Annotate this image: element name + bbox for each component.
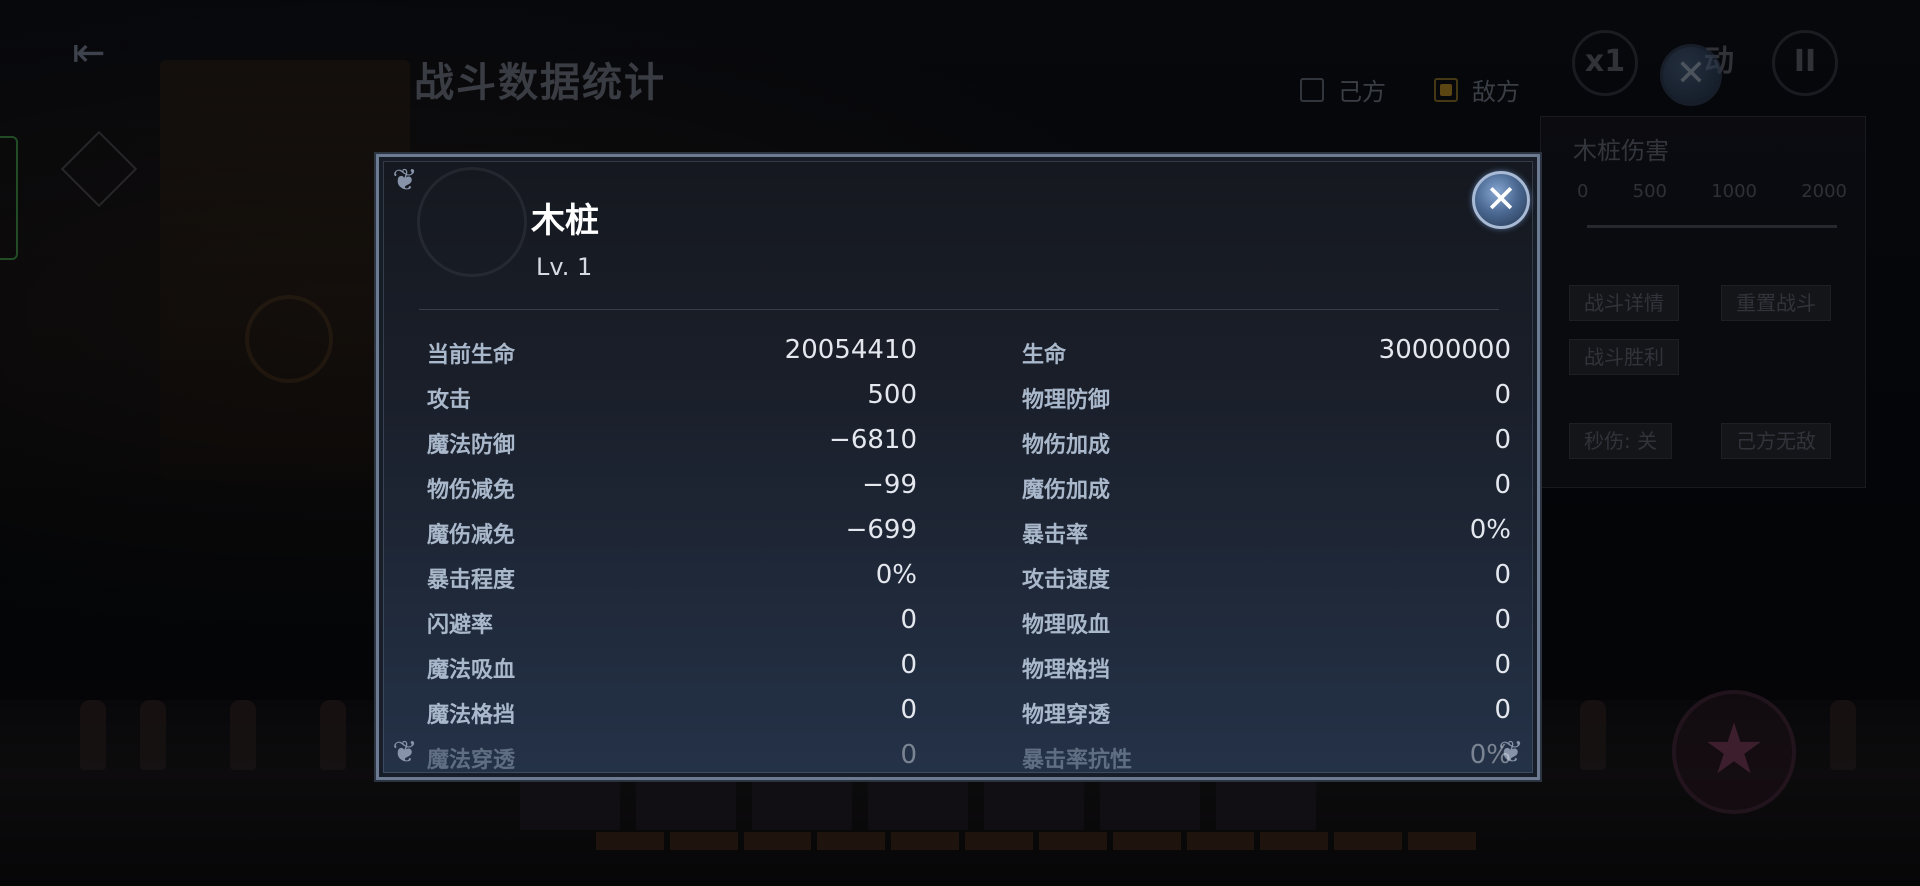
stat-value: 0% [1469,515,1511,545]
stat-label: 物理吸血 [1022,613,1111,638]
stat-value: 20054410 [784,335,917,365]
corner-ornament-icon: ❦ [392,735,418,770]
stat-label: 魔法防御 [427,433,516,458]
stat-value: 30000000 [1378,335,1511,365]
stat-label: 物理格挡 [1022,658,1111,683]
stat-value: 0 [1494,470,1511,500]
stat-value: −6810 [829,425,917,455]
stat-row: 物伤减免 −99 魔伤加成 0 [427,466,1511,511]
stat-label: 魔法格挡 [427,703,516,728]
stat-label: 当前生命 [427,343,516,368]
stat-row: 魔伤减免 −699 暴击率 0% [427,511,1511,556]
stat-value: 0 [1494,605,1511,635]
stat-row: 魔法吸血 0 物理格挡 0 [427,646,1511,691]
stat-row: 魔法穿透 0 暴击率抗性 0% [427,736,1511,777]
stat-row: 攻击 500 物理防御 0 [427,376,1511,421]
stat-label: 闪避率 [427,613,494,638]
unit-avatar [417,167,527,277]
stat-value: 500 [867,380,917,410]
stat-label: 生命 [1022,343,1067,368]
stats-table: 当前生命 20054410 生命 30000000 攻击 500 物理防御 0 魔法防御 −681… [427,331,1511,777]
unit-name: 木桩 [531,201,599,241]
stat-value: 0 [900,650,917,680]
stat-value: −699 [845,515,917,545]
stat-row: 当前生命 20054410 生命 30000000 [427,331,1511,376]
stat-value: 0 [1494,695,1511,725]
close-button[interactable]: ✕ [1472,171,1530,229]
stat-label: 物伤加成 [1022,433,1111,458]
stat-label: 魔法穿透 [427,748,516,773]
stat-value: 0% [1469,740,1511,770]
stat-value: 0 [1494,380,1511,410]
stat-label: 魔伤加成 [1022,478,1111,503]
stat-label: 物伤减免 [427,478,516,503]
stat-value: 0 [1494,560,1511,590]
stat-row: 闪避率 0 物理吸血 0 [427,601,1511,646]
stat-row: 魔法防御 −6810 物伤加成 0 [427,421,1511,466]
stat-value: −99 [862,470,917,500]
stat-value: 0 [1494,650,1511,680]
unit-level: Lv. 1 [536,253,593,281]
stat-value: 0 [900,605,917,635]
stat-label: 魔伤减免 [427,523,516,548]
stat-value: 0 [1494,425,1511,455]
unit-stats-modal: ❦ ❦ ❦ 木桩 Lv. 1 ✕ 当前生命 20054410 生命 30000000 攻… [376,154,1540,780]
stat-label: 物理防御 [1022,388,1111,413]
stat-label: 攻击 [427,388,472,413]
stat-value: 0 [900,695,917,725]
stat-label: 暴击率抗性 [1022,748,1133,773]
stat-value: 0 [900,740,917,770]
stat-row: 暴击程度 0% 攻击速度 0 [427,556,1511,601]
divider [419,309,1499,310]
stat-label: 物理穿透 [1022,703,1111,728]
corner-ornament-icon: ❦ [392,163,418,198]
stat-label: 魔法吸血 [427,658,516,683]
stat-label: 攻击速度 [1022,568,1111,593]
stat-value: 0% [875,560,917,590]
stat-label: 暴击程度 [427,568,516,593]
close-icon: ✕ [1485,177,1517,221]
stat-row: 魔法格挡 0 物理穿透 0 [427,691,1511,736]
stat-label: 暴击率 [1022,523,1089,548]
